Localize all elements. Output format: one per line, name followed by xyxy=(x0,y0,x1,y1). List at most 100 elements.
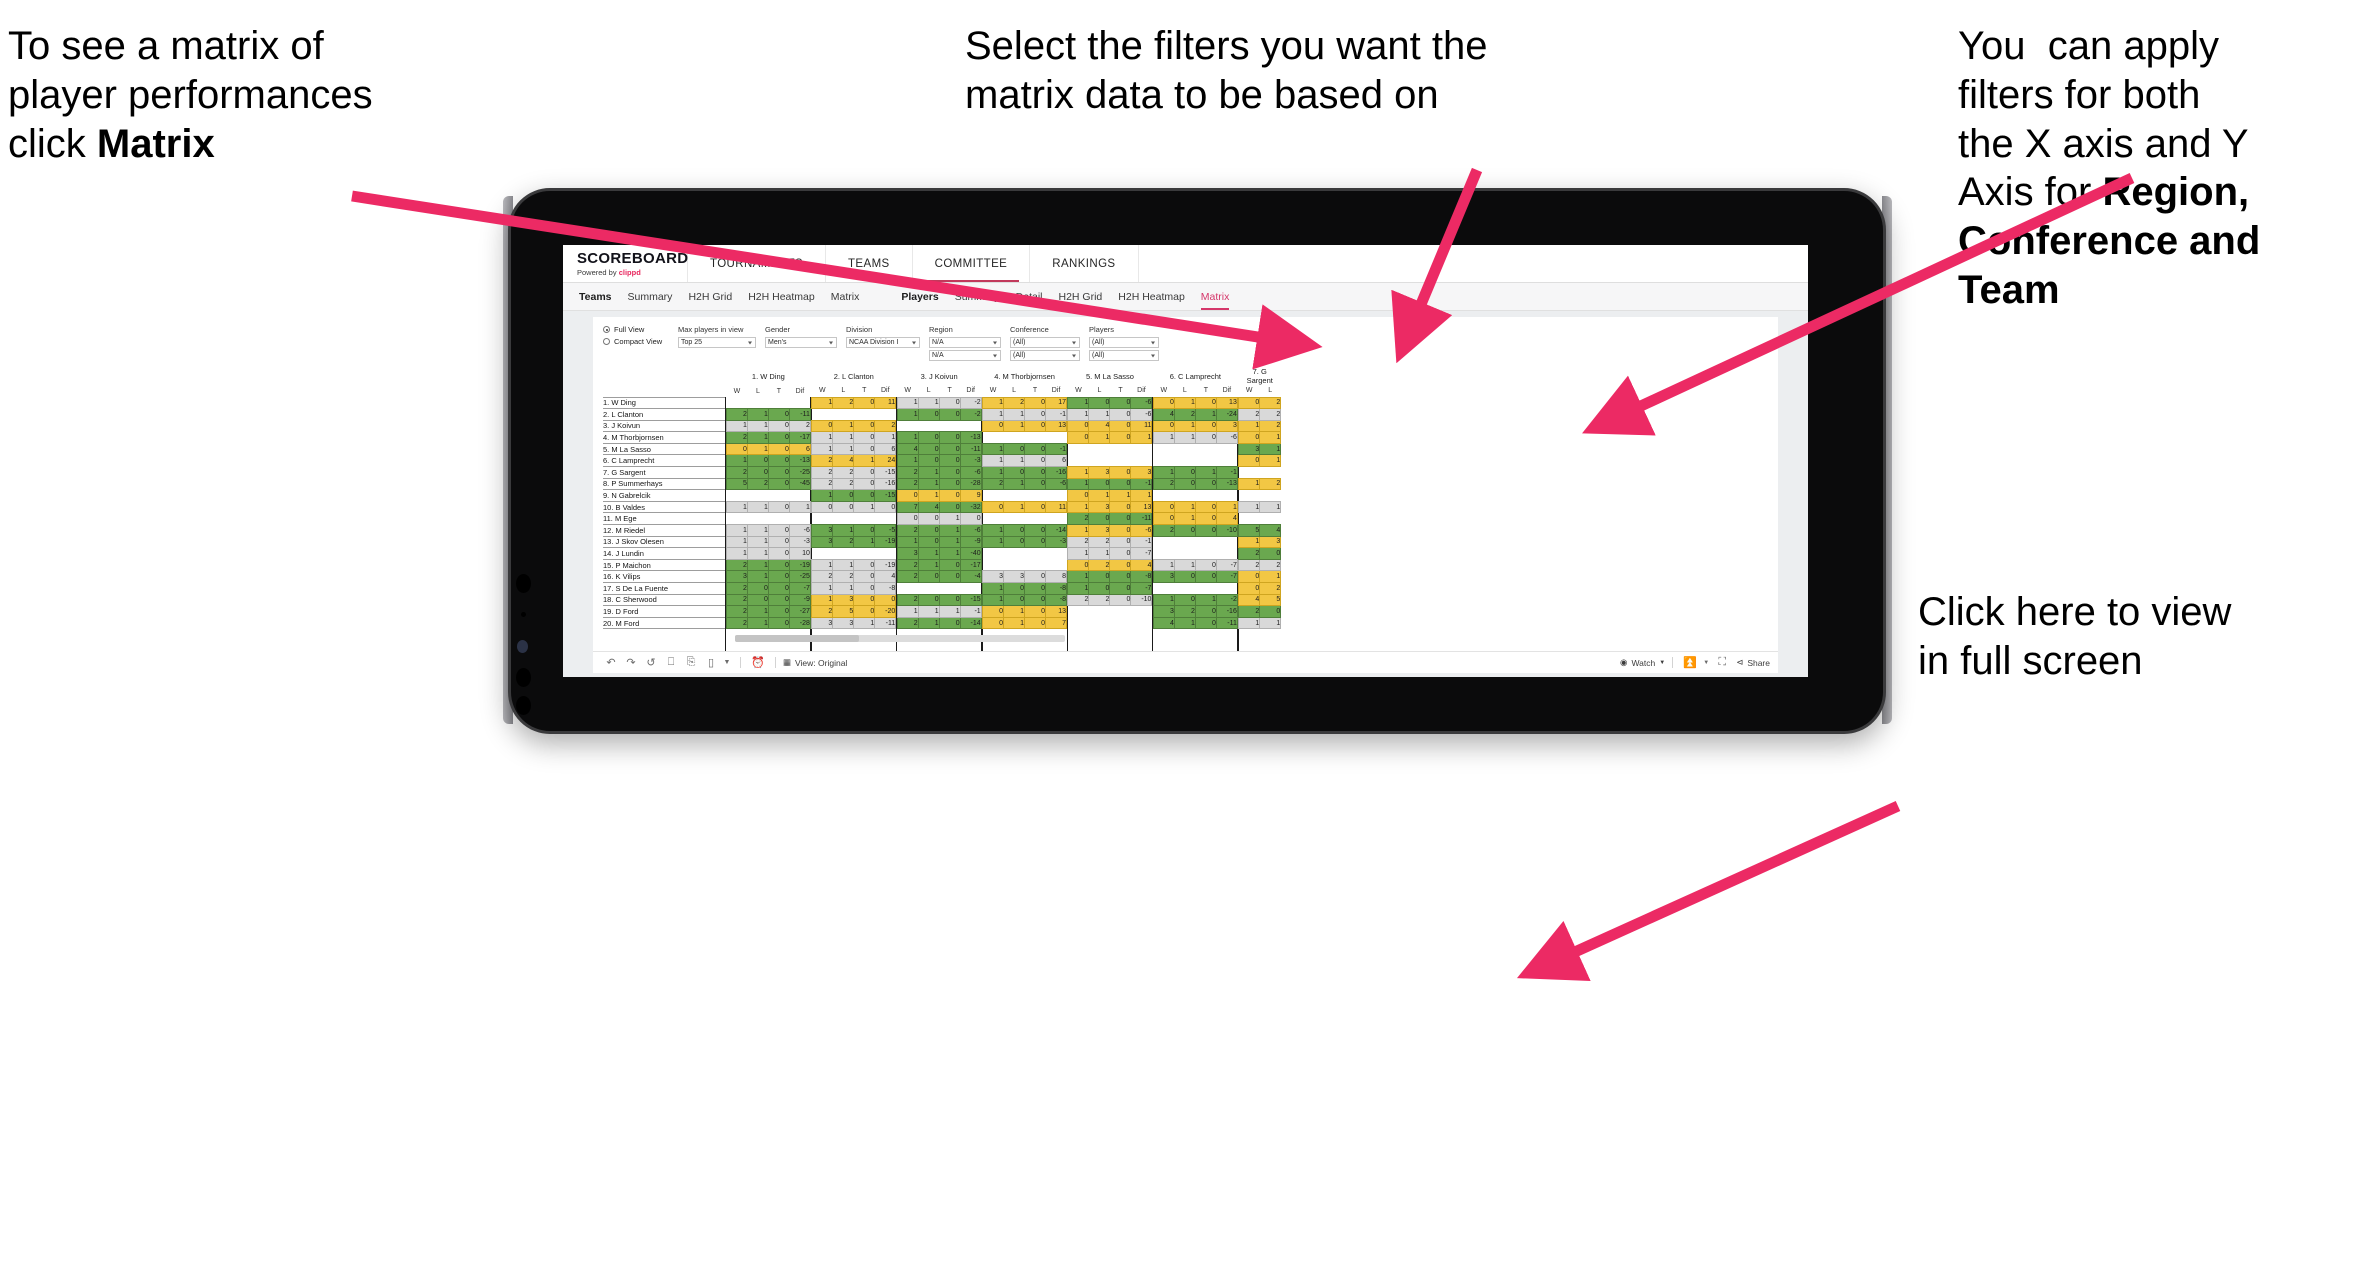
matrix-cell: 0 xyxy=(1024,570,1047,583)
matrix-cell xyxy=(747,397,769,409)
download-icon[interactable]: ⏫ xyxy=(1680,656,1700,669)
matrix-cell: 1 xyxy=(1130,489,1153,502)
matrix-cell: 0 xyxy=(938,431,961,444)
undo-icon[interactable]: ↶ xyxy=(601,656,621,669)
matrix-cell: 0 xyxy=(1238,570,1261,583)
brand-logo[interactable]: SCOREBOARD Powered by clippd xyxy=(563,245,688,282)
tablet-pinhole-icon xyxy=(521,612,526,617)
redo-icon[interactable]: ↷ xyxy=(621,656,641,669)
matrix-cell: 1 xyxy=(1088,408,1111,421)
matrix-cell xyxy=(1024,547,1046,560)
subnav-item-summary[interactable]: Summary xyxy=(955,291,1000,303)
matrix-cell: 1 xyxy=(917,466,940,479)
share-button[interactable]: ⊲ Share xyxy=(1736,657,1770,668)
matrix-cell: 0 xyxy=(874,593,897,607)
subnav-item-summary[interactable]: Summary xyxy=(628,291,673,303)
matrix-cell: 0 xyxy=(1173,593,1196,607)
matrix-cell: -25 xyxy=(788,466,811,479)
matrix-cell: -9 xyxy=(788,593,811,607)
table-row: 6. C Lamprecht 1 0 0 -13 2 4 1 24 1 0 0 -3 1 1 0 6 0 1 xyxy=(603,454,1282,468)
horizontal-scrollbar[interactable] xyxy=(735,635,1065,642)
matrix-cell: 0 xyxy=(1024,605,1047,618)
subnav-head-players[interactable]: Players xyxy=(901,291,938,303)
chevron-down-icon[interactable]: ▼ xyxy=(1700,660,1712,666)
matrix-cell: 1 xyxy=(896,431,919,444)
filter-select-max-players-in-view[interactable]: Top 25 xyxy=(678,337,756,348)
watch-button[interactable]: ◉ Watch ▼ xyxy=(1620,657,1665,668)
matrix-cell: 1 xyxy=(746,570,769,583)
matrix-cell: 1 xyxy=(1067,547,1090,560)
matrix-cell: 0 xyxy=(917,570,940,583)
matrix-cell: 1 xyxy=(1259,570,1282,583)
matrix-cell: 1 xyxy=(746,535,769,549)
matrix-cell: 3 xyxy=(1088,500,1111,514)
matrix-cell: 0 xyxy=(982,616,1005,630)
matrix-cell xyxy=(832,408,854,421)
radio-full-view[interactable]: Full View xyxy=(603,325,669,334)
matrix-cell: 2 xyxy=(1067,593,1090,607)
filter-select-conference-x-axis[interactable]: (All) xyxy=(1010,337,1080,348)
matrix-cell: -16 xyxy=(874,477,897,491)
matrix-cell xyxy=(982,547,1004,560)
matrix-cell: 0 xyxy=(917,442,940,456)
matrix-cell: 1 xyxy=(1152,558,1175,572)
subnav-item-detail[interactable]: Detail xyxy=(1016,291,1043,303)
table-row: 5. M La Sasso 0 1 0 6 1 1 0 6 4 0 0 -11 1 0 0 -1 3 1 xyxy=(603,442,1282,456)
matrix-cell: 1 xyxy=(746,616,769,630)
filter-select-gender[interactable]: Men's xyxy=(765,337,837,348)
filter-select-region-x-axis[interactable]: N/A xyxy=(929,337,1001,348)
top-nav-item-teams[interactable]: TEAMS xyxy=(826,245,913,282)
matrix-cell: -32 xyxy=(959,500,982,514)
table-row: 4. M Thorbjornsen 2 1 0 -17 1 1 0 1 1 0 0 -13 0 1 0 1 1 1 0… xyxy=(603,431,1282,444)
subnav-item-h2h-grid[interactable]: H2H Grid xyxy=(688,291,732,303)
refresh-data-icon[interactable]: ⎕ xyxy=(661,656,681,669)
matrix-cell: 1 xyxy=(1194,408,1217,421)
history-clock-icon[interactable]: ⏰ xyxy=(748,656,768,669)
view-original-button[interactable]: ▦ View: Original xyxy=(783,657,847,668)
subnav-item-matrix[interactable]: Matrix xyxy=(831,291,860,303)
subnav-item-h2h-grid[interactable]: H2H Grid xyxy=(1059,291,1103,303)
matrix-cell: 1 xyxy=(811,431,834,444)
matrix-cell: 2 xyxy=(1259,477,1282,491)
matrix-cell xyxy=(874,512,896,525)
brand-clippd: clippd xyxy=(618,267,641,277)
matrix-cell xyxy=(832,547,854,560)
matrix-cell xyxy=(939,420,961,432)
subnav-item-h2h-heatmap[interactable]: H2H Heatmap xyxy=(1118,291,1185,303)
filter-select-division[interactable]: NCAA Division I xyxy=(846,337,920,348)
matrix-cell xyxy=(1153,489,1175,502)
matrix-cell xyxy=(1024,489,1046,502)
device-layout-icon[interactable]: ▯ xyxy=(701,656,721,669)
matrix-corner-cell xyxy=(603,385,725,397)
subnav-head-teams[interactable]: Teams xyxy=(579,291,612,303)
scrollbar-thumb[interactable] xyxy=(735,635,859,642)
top-nav-item-tournaments[interactable]: TOURNAMENTS xyxy=(688,245,826,282)
filter-select-players-x-axis[interactable]: (All) xyxy=(1089,337,1159,348)
revert-icon[interactable]: ↺ xyxy=(641,656,661,669)
matrix-cell: 0 xyxy=(1109,535,1132,549)
radio-compact-view[interactable]: Compact View xyxy=(603,337,669,346)
subnav-item-matrix[interactable]: Matrix xyxy=(1200,291,1229,310)
matrix-field-header-t: T xyxy=(862,387,867,395)
top-nav-item-committee[interactable]: COMMITTEE xyxy=(913,245,1031,282)
matrix-cell xyxy=(1088,617,1110,629)
filter-select-region-y-axis[interactable]: N/A xyxy=(929,350,1001,361)
filter-label-gender: Gender xyxy=(765,325,791,334)
pause-auto-update-icon[interactable]: ⎘ xyxy=(681,656,701,669)
matrix-cell: -15 xyxy=(874,489,897,502)
subnav-item-h2h-heatmap[interactable]: H2H Heatmap xyxy=(748,291,815,303)
matrix-cell: 0 xyxy=(1024,419,1047,433)
matrix-cell: 0 xyxy=(1238,431,1261,444)
matrix-cell: 2 xyxy=(725,431,748,444)
filter-select-players-y-axis[interactable]: (All) xyxy=(1089,350,1159,361)
matrix-cell: 1 xyxy=(832,442,855,456)
filter-select-conference-y-axis[interactable]: (All) xyxy=(1010,350,1080,361)
fullscreen-icon[interactable]: ⛶ xyxy=(1712,656,1732,669)
top-nav-item-rankings[interactable]: RANKINGS xyxy=(1030,245,1139,282)
matrix-cell xyxy=(1174,582,1196,595)
matrix-cell: 0 xyxy=(1024,524,1047,537)
table-row: 11. M Ege 0 0 1 0 2 0 0 -11 0 1 0 4 xyxy=(603,512,1281,526)
chevron-down-icon[interactable]: ▼ xyxy=(721,659,733,666)
matrix-cell: 13 xyxy=(1045,605,1068,618)
matrix-cell: -5 xyxy=(874,524,897,537)
